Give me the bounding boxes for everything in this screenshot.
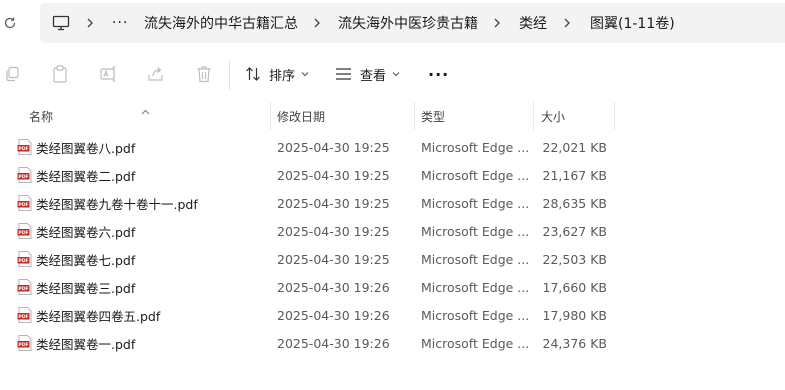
file-type: Microsoft Edge ... — [421, 251, 530, 267]
file-size: 28,635 KB — [542, 195, 607, 211]
file-type: Microsoft Edge ... — [421, 223, 530, 239]
column-header-row: 名称 修改日期 类型 大小 — [0, 102, 785, 130]
file-row[interactable]: PDF 类经图翼卷六.pdf 2025-04-30 19:25 Microsof… — [0, 217, 785, 245]
column-divider[interactable] — [614, 102, 615, 130]
file-type: Microsoft Edge ... — [421, 139, 530, 155]
file-name: 类经图翼卷二.pdf — [36, 168, 136, 184]
file-date: 2025-04-30 19:25 — [277, 195, 390, 211]
file-row[interactable]: PDF 类经图翼卷二.pdf 2025-04-30 19:25 Microsof… — [0, 161, 785, 189]
view-button[interactable]: 查看 — [335, 58, 408, 90]
chevron-right-icon — [562, 3, 572, 43]
rename-icon[interactable] — [97, 62, 121, 86]
column-divider[interactable] — [414, 102, 415, 130]
pdf-file-icon: PDF — [17, 307, 32, 323]
file-date: 2025-04-30 19:25 — [277, 251, 390, 267]
file-name: 类经图翼卷七.pdf — [36, 252, 136, 268]
file-type: Microsoft Edge ... — [421, 307, 530, 323]
file-date: 2025-04-30 19:26 — [277, 279, 390, 295]
pdf-file-icon: PDF — [17, 167, 32, 183]
computer-icon[interactable] — [52, 3, 70, 43]
file-size: 23,627 KB — [542, 223, 607, 239]
address-bar[interactable]: ··· 流失海外的中华古籍汇总 流失海外中医珍贵古籍 类经 图翼(1-11卷) — [40, 3, 785, 43]
file-row[interactable]: PDF 类经图翼卷九卷十卷十一.pdf 2025-04-30 19:25 Mic… — [0, 189, 785, 217]
breadcrumb-overflow[interactable]: ··· — [112, 3, 128, 43]
chevron-right-icon — [492, 3, 502, 43]
file-size: 22,021 KB — [542, 139, 607, 155]
file-name: 类经图翼卷六.pdf — [36, 224, 136, 240]
refresh-icon[interactable] — [0, 11, 20, 35]
file-size: 24,376 KB — [542, 335, 607, 351]
share-icon[interactable] — [144, 62, 168, 86]
breadcrumb-item-2[interactable]: 流失海外中医珍贵古籍 — [338, 3, 478, 43]
view-label: 查看 — [360, 68, 387, 84]
command-divider — [229, 60, 230, 90]
file-name: 类经图翼卷九卷十卷十一.pdf — [36, 196, 198, 212]
copy-icon[interactable] — [0, 62, 24, 86]
pdf-file-icon: PDF — [17, 251, 32, 267]
chevron-right-icon — [312, 3, 322, 43]
svg-text:PDF: PDF — [18, 314, 28, 320]
breadcrumb-item-3[interactable]: 类经 — [519, 3, 547, 43]
chevron-right-icon — [85, 3, 95, 43]
file-row[interactable]: PDF 类经图翼卷四卷五.pdf 2025-04-30 19:26 Micros… — [0, 301, 785, 329]
file-size: 22,503 KB — [542, 251, 607, 267]
view-icon — [336, 68, 351, 80]
file-size: 21,167 KB — [542, 167, 607, 183]
sort-button[interactable]: 排序 — [245, 58, 317, 90]
more-icon[interactable]: ··· — [428, 58, 449, 90]
svg-text:PDF: PDF — [18, 202, 28, 208]
breadcrumb-item-current[interactable]: 图翼(1-11卷) — [590, 3, 675, 43]
pdf-file-icon: PDF — [17, 223, 32, 239]
file-type: Microsoft Edge ... — [421, 279, 530, 295]
column-header-name[interactable]: 名称 — [29, 102, 53, 130]
file-row[interactable]: PDF 类经图翼卷八.pdf 2025-04-30 19:25 Microsof… — [0, 133, 785, 161]
file-date: 2025-04-30 19:26 — [277, 335, 390, 351]
chevron-down-icon — [392, 72, 400, 77]
file-name: 类经图翼卷四卷五.pdf — [36, 308, 161, 324]
file-type: Microsoft Edge ... — [421, 335, 530, 351]
pdf-file-icon: PDF — [17, 195, 32, 211]
chevron-down-icon — [301, 72, 309, 77]
column-divider[interactable] — [533, 102, 534, 130]
file-size: 17,980 KB — [542, 307, 607, 323]
file-date: 2025-04-30 19:25 — [277, 223, 390, 239]
file-row[interactable]: PDF 类经图翼卷一.pdf 2025-04-30 19:26 Microsof… — [0, 329, 785, 357]
sort-label: 排序 — [269, 68, 296, 84]
command-bar: 排序 查看 ··· — [0, 46, 785, 102]
svg-text:PDF: PDF — [18, 342, 28, 348]
delete-icon[interactable] — [192, 62, 216, 86]
file-name: 类经图翼卷三.pdf — [36, 280, 136, 296]
column-header-size[interactable]: 大小 — [541, 102, 565, 130]
column-header-type[interactable]: 类型 — [421, 102, 445, 130]
column-header-date[interactable]: 修改日期 — [277, 102, 325, 130]
file-size: 17,660 KB — [542, 279, 607, 295]
file-type: Microsoft Edge ... — [421, 195, 530, 211]
svg-text:PDF: PDF — [18, 258, 28, 264]
svg-text:PDF: PDF — [18, 146, 28, 152]
file-name: 类经图翼卷一.pdf — [36, 336, 136, 352]
address-strip: ··· 流失海外的中华古籍汇总 流失海外中医珍贵古籍 类经 图翼(1-11卷) — [0, 0, 785, 46]
file-type: Microsoft Edge ... — [421, 167, 530, 183]
file-date: 2025-04-30 19:25 — [277, 167, 390, 183]
file-row[interactable]: PDF 类经图翼卷三.pdf 2025-04-30 19:26 Microsof… — [0, 273, 785, 301]
paste-icon[interactable] — [48, 62, 72, 86]
sort-ascending-icon — [141, 100, 150, 119]
file-row[interactable]: PDF 类经图翼卷七.pdf 2025-04-30 19:25 Microsof… — [0, 245, 785, 273]
file-name: 类经图翼卷八.pdf — [36, 140, 136, 156]
sort-icon — [246, 67, 260, 81]
svg-text:PDF: PDF — [18, 286, 28, 292]
file-date: 2025-04-30 19:25 — [277, 139, 390, 155]
pdf-file-icon: PDF — [17, 139, 32, 155]
column-divider[interactable] — [270, 102, 271, 130]
svg-text:PDF: PDF — [18, 230, 28, 236]
svg-text:PDF: PDF — [18, 174, 28, 180]
file-date: 2025-04-30 19:26 — [277, 307, 390, 323]
pdf-file-icon: PDF — [17, 335, 32, 351]
breadcrumb-item-1[interactable]: 流失海外的中华古籍汇总 — [144, 3, 298, 43]
pdf-file-icon: PDF — [17, 279, 32, 295]
